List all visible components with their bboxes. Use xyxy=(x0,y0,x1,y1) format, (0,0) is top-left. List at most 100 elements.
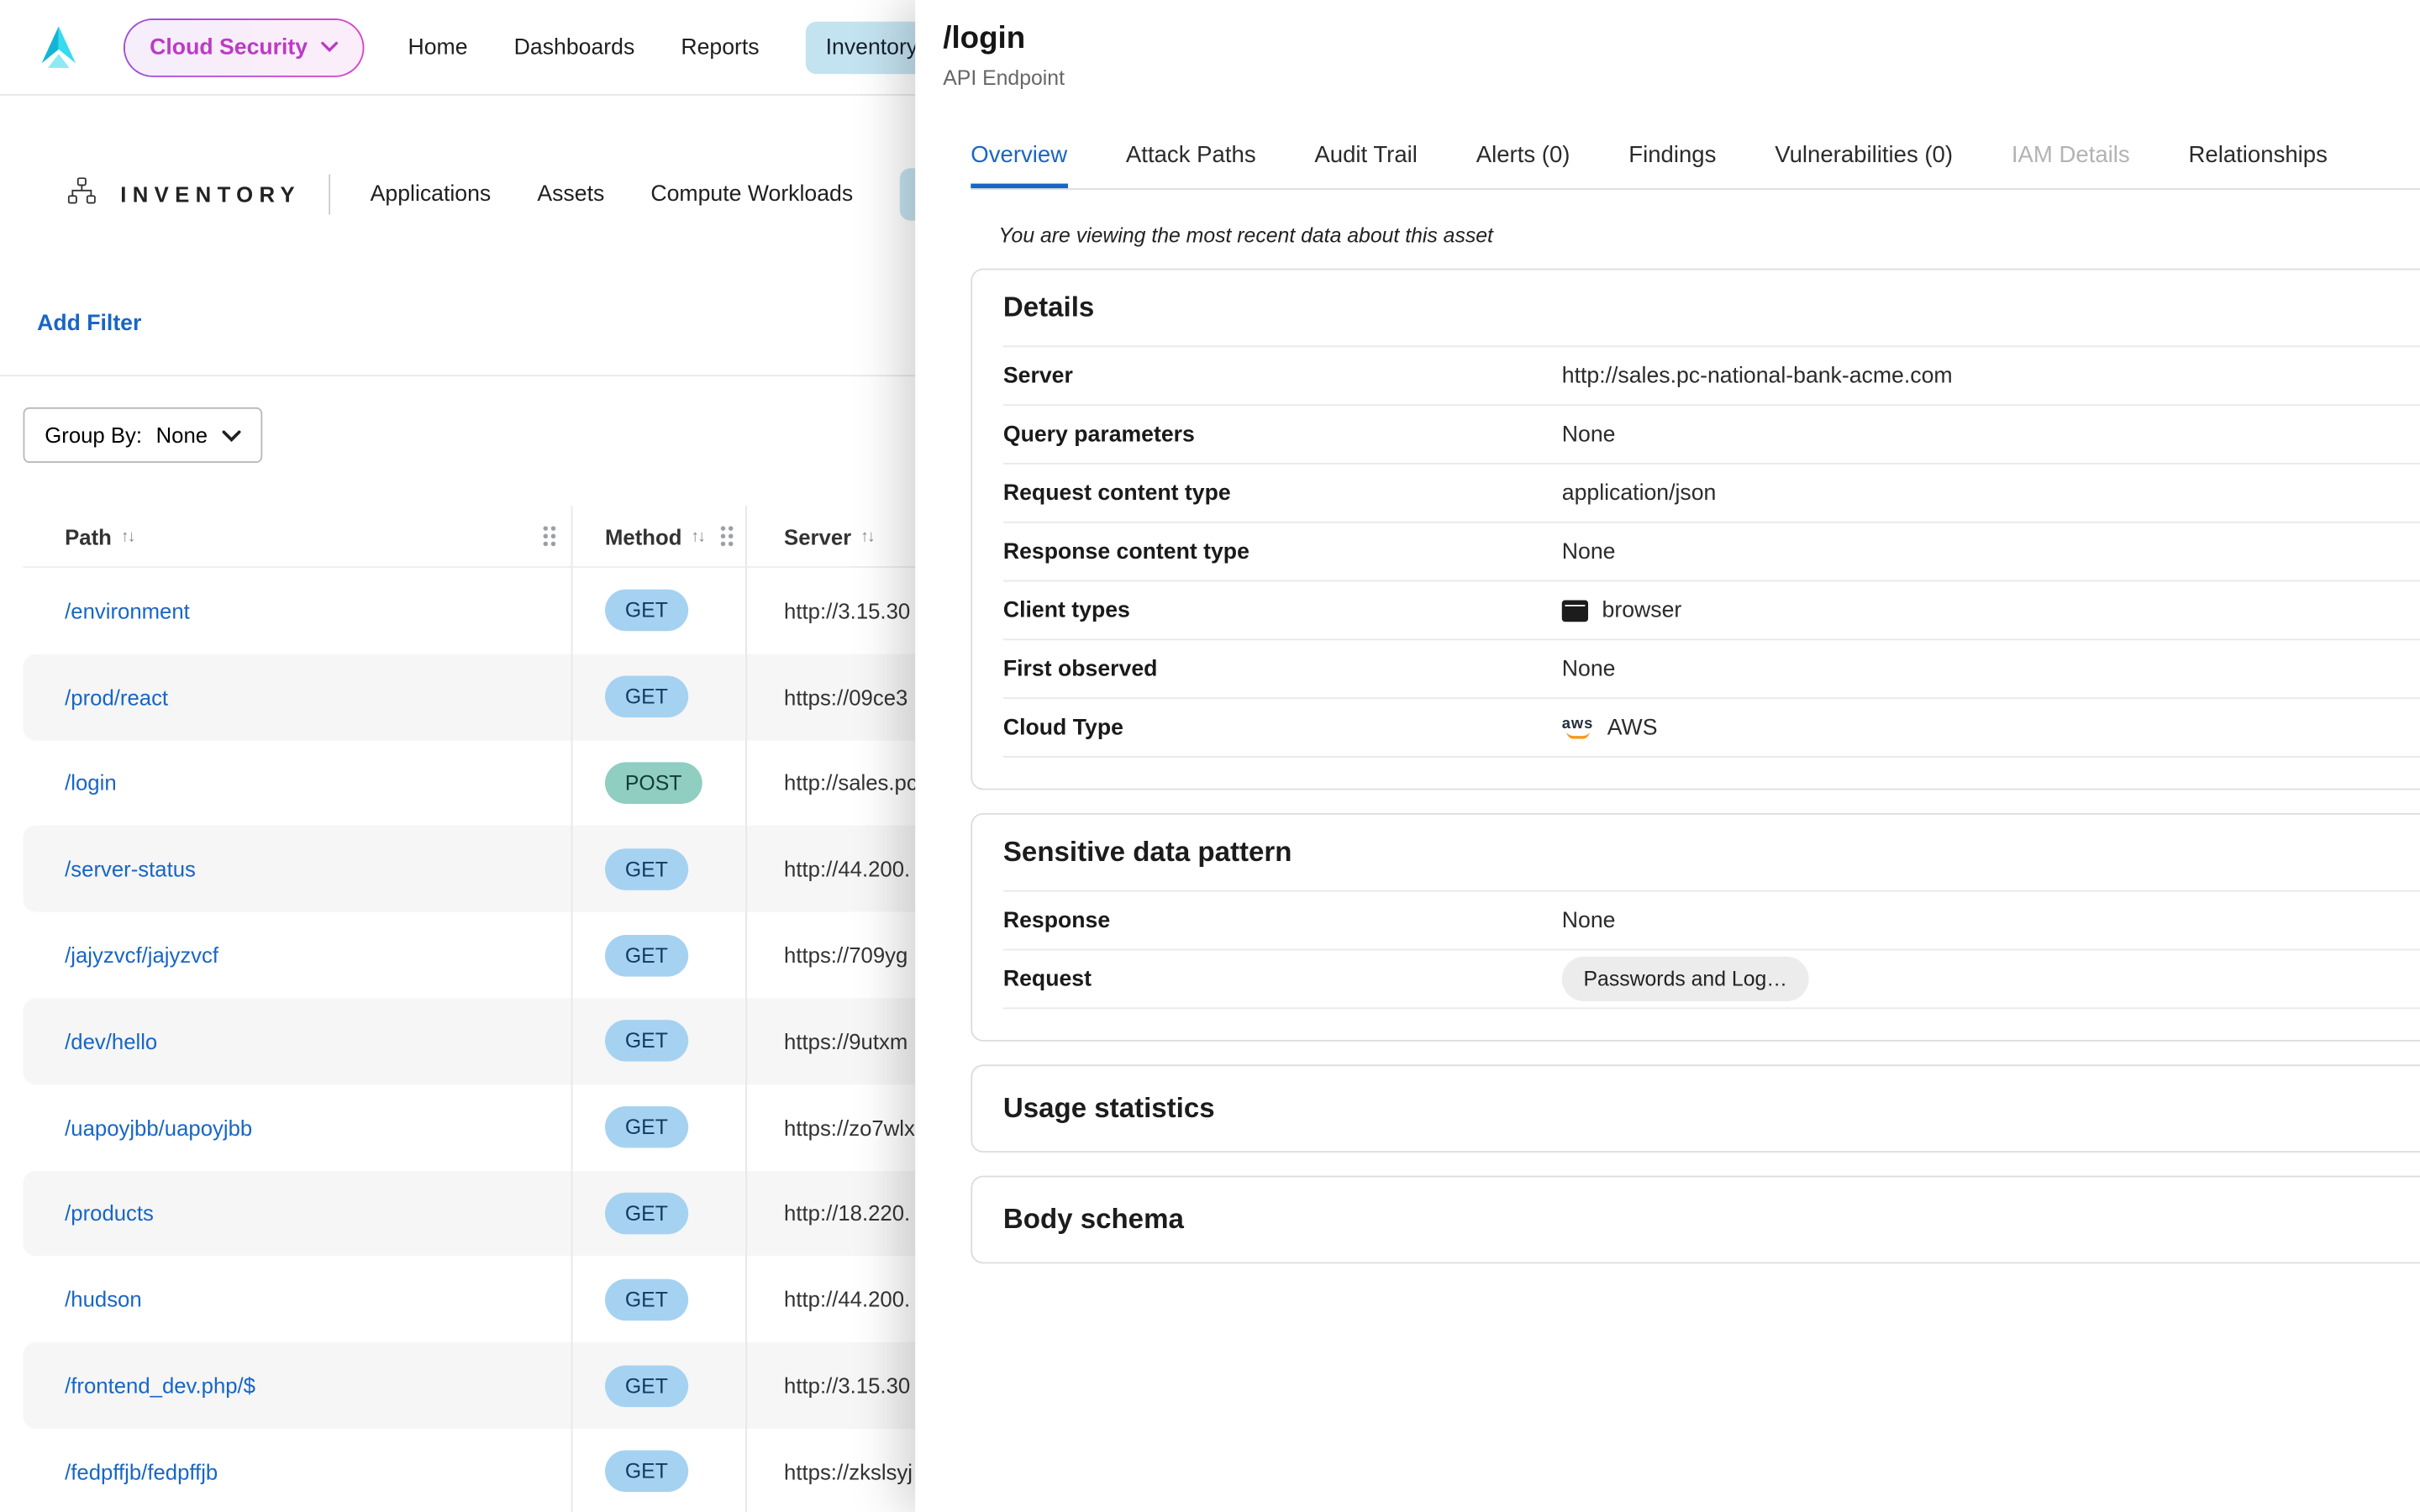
path-link[interactable]: /jajyzvcf/jajyzvcf xyxy=(65,942,218,967)
tab-applications[interactable]: Applications xyxy=(371,182,492,207)
sort-icon[interactable]: ↑↓ xyxy=(691,527,704,545)
detail-value: None xyxy=(1562,422,1616,446)
server-value: https://zkslsyj xyxy=(784,1459,913,1483)
column-header-method[interactable]: Method ↑↓ xyxy=(572,506,747,566)
card-heading: Sensitive data pattern xyxy=(1003,837,2420,869)
card-heading: Usage statistics xyxy=(1003,1092,2420,1125)
detail-row: Client types browser xyxy=(1003,581,2420,640)
tab-assets[interactable]: Assets xyxy=(537,182,604,207)
detail-label: Cloud Type xyxy=(1003,715,1562,739)
path-link[interactable]: /login xyxy=(65,770,116,795)
panel-tabs: Overview Attack Paths Audit Trail Alerts… xyxy=(971,127,2420,190)
detail-label: Request content type xyxy=(1003,480,1562,505)
sort-icon[interactable]: ↑↓ xyxy=(121,527,134,545)
path-link[interactable]: /products xyxy=(65,1201,154,1226)
card-heading: Body schema xyxy=(1003,1204,2420,1236)
detail-row: Query parameters None xyxy=(1003,406,2420,465)
sensitive-rows: Response None Request Passwords and Log… xyxy=(1003,890,2420,1009)
method-badge: GET xyxy=(605,1451,688,1493)
detail-label: Request xyxy=(1003,967,1562,991)
detail-value: browser xyxy=(1562,598,1681,622)
ptab-overview[interactable]: Overview xyxy=(971,127,1067,188)
brand-logo-icon[interactable] xyxy=(31,19,87,75)
chevron-down-icon xyxy=(222,430,240,443)
method-badge: GET xyxy=(605,590,688,632)
method-badge: GET xyxy=(605,1021,688,1063)
path-link[interactable]: /uapoyjbb/uapoyjbb xyxy=(65,1115,252,1139)
group-by-value: None xyxy=(156,423,208,447)
detail-row: Request Passwords and Log… xyxy=(1003,950,2420,1009)
ptab-attack-paths[interactable]: Attack Paths xyxy=(1126,127,1256,188)
method-badge: GET xyxy=(605,676,688,718)
path-link[interactable]: /dev/hello xyxy=(65,1029,157,1053)
ptab-alerts[interactable]: Alerts (0) xyxy=(1476,127,1570,188)
inventory-tabs: Applications Assets Compute Workloads AP xyxy=(371,168,966,220)
vertical-divider xyxy=(329,175,330,215)
sort-icon[interactable]: ↑↓ xyxy=(860,527,874,545)
method-badge: GET xyxy=(605,1193,688,1235)
drag-handle-icon[interactable] xyxy=(721,526,734,546)
column-header-path[interactable]: Path ↑↓ xyxy=(24,506,573,566)
panel-title: /login xyxy=(943,22,2420,57)
method-badge: GET xyxy=(605,1278,688,1320)
server-value: http://18.220. xyxy=(784,1201,910,1226)
nav-item-dashboards[interactable]: Dashboards xyxy=(514,34,635,59)
browser-icon xyxy=(1562,600,1588,622)
panel-subtitle: API Endpoint xyxy=(943,66,2420,90)
path-link[interactable]: /environment xyxy=(65,598,190,622)
detail-value: aws AWS xyxy=(1562,715,1658,739)
ptab-iam-details: IAM Details xyxy=(2012,127,2130,188)
usage-statistics-card[interactable]: Usage statistics xyxy=(971,1064,2420,1152)
ptab-relationships[interactable]: Relationships xyxy=(2188,127,2327,188)
product-switcher[interactable]: Cloud Security xyxy=(124,18,365,76)
method-badge: GET xyxy=(605,934,688,976)
detail-row: Server http://sales.pc-national-bank-acm… xyxy=(1003,347,2420,406)
path-link[interactable]: /server-status xyxy=(65,857,196,881)
server-value: https://9utxm xyxy=(784,1029,908,1053)
card-heading: Details xyxy=(1003,291,2420,324)
sitemap-icon xyxy=(68,177,96,211)
add-filter-button[interactable]: Add Filter xyxy=(37,312,141,336)
detail-value: Passwords and Log… xyxy=(1562,957,1809,1001)
nav-item-home[interactable]: Home xyxy=(408,34,468,59)
detail-row: Response content type None xyxy=(1003,523,2420,582)
path-link[interactable]: /fedpffjb/fedpffjb xyxy=(65,1459,218,1483)
detail-value: None xyxy=(1562,908,1616,932)
method-badge: GET xyxy=(605,1365,688,1407)
client-type-text: browser xyxy=(1602,598,1682,622)
detail-row: Response None xyxy=(1003,892,2420,951)
path-link[interactable]: /hudson xyxy=(65,1287,142,1311)
detail-label: Response content type xyxy=(1003,539,1562,564)
server-value: http://44.200. xyxy=(784,1287,910,1311)
body-schema-card[interactable]: Body schema xyxy=(971,1176,2420,1264)
detail-row: Cloud Type aws AWS xyxy=(1003,699,2420,758)
path-link[interactable]: /prod/react xyxy=(65,685,168,709)
server-value: https://709yg xyxy=(784,942,908,967)
recency-notice: You are viewing the most recent data abo… xyxy=(998,223,2420,247)
app-root: Cloud Security Home Dashboards Reports I… xyxy=(0,0,2420,1512)
ptab-audit-trail[interactable]: Audit Trail xyxy=(1314,127,1418,188)
ptab-findings[interactable]: Findings xyxy=(1628,127,1716,188)
path-link[interactable]: /frontend_dev.php/$ xyxy=(65,1373,255,1398)
column-label: Method xyxy=(605,524,681,549)
chevron-down-icon xyxy=(322,42,339,53)
method-badge: GET xyxy=(605,1106,688,1148)
details-rows: Server http://sales.pc-national-bank-acm… xyxy=(1003,345,2420,757)
server-value: http://3.15.30 xyxy=(784,598,910,622)
asset-detail-panel: /login API Endpoint Overview Attack Path… xyxy=(915,0,2420,1512)
detail-value: None xyxy=(1562,657,1616,681)
group-by-dropdown[interactable]: Group By: None xyxy=(24,407,262,463)
method-badge: GET xyxy=(605,848,688,890)
method-badge: POST xyxy=(605,762,702,804)
column-label: Path xyxy=(65,524,112,549)
detail-value: http://sales.pc-national-bank-acme.com xyxy=(1562,364,1953,388)
drag-handle-icon[interactable] xyxy=(544,526,556,546)
tab-compute-workloads[interactable]: Compute Workloads xyxy=(650,182,853,207)
group-by-label: Group By: xyxy=(45,423,142,447)
ptab-vulnerabilities[interactable]: Vulnerabilities (0) xyxy=(1775,127,1953,188)
server-value: http://3.15.30 xyxy=(784,1373,910,1398)
detail-row: First observed None xyxy=(1003,640,2420,699)
nav-item-reports[interactable]: Reports xyxy=(681,34,759,59)
details-card: Details Server http://sales.pc-national-… xyxy=(971,269,2420,790)
sensitive-pattern-chip[interactable]: Passwords and Log… xyxy=(1562,957,1809,1001)
